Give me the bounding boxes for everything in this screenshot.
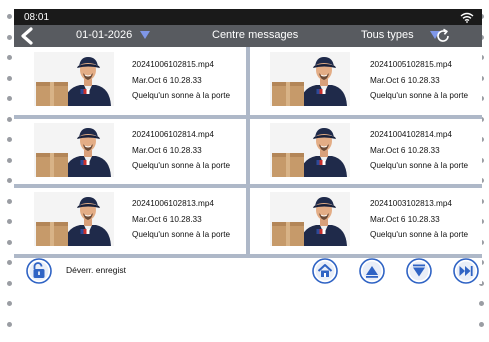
message-card[interactable]: 20241006102813.mp4 Mar.Oct 6 10.28.33 Qu… xyxy=(14,188,246,254)
back-chevron-icon[interactable] xyxy=(20,27,34,45)
message-card[interactable]: 20241004102814.mp4 Mar.Oct 6 10.28.33 Qu… xyxy=(250,119,482,184)
video-thumbnail xyxy=(270,192,350,246)
message-grid: 20241006102815.mp4 Mar.Oct 6 10.28.33 Qu… xyxy=(14,47,482,258)
device-screen: 08:01 01-01-2026 Centre messages Tous ty… xyxy=(14,9,482,284)
message-filename: 20241006102815.mp4 xyxy=(132,60,214,69)
status-bar: 08:01 xyxy=(14,9,482,25)
message-description: Quelqu'un sonne à la porte xyxy=(132,91,231,100)
message-card[interactable]: 20241006102814.mp4 Mar.Oct 6 10.28.33 Qu… xyxy=(14,119,246,184)
unlock-recording-label: Déverr. enregist xyxy=(66,265,126,275)
page-title: Centre messages xyxy=(212,29,299,41)
message-card[interactable]: 20241003102813.mp4 Mar.Oct 6 10.28.33 Qu… xyxy=(250,188,482,254)
chevron-down-icon xyxy=(140,31,151,39)
message-filename: 20241006102814.mp4 xyxy=(132,130,214,139)
message-datetime: Mar.Oct 6 10.28.33 xyxy=(132,145,202,155)
date-selector[interactable]: 01-01-2026 xyxy=(76,29,151,41)
video-thumbnail xyxy=(270,52,350,106)
message-filename: 20241004102814.mp4 xyxy=(370,130,452,139)
page-up-icon[interactable] xyxy=(359,258,385,284)
message-datetime: Mar.Oct 6 10.28.33 xyxy=(370,75,440,85)
left-bezel-dots xyxy=(7,14,13,342)
header-bar: 01-01-2026 Centre messages Tous types xyxy=(14,25,482,47)
video-thumbnail xyxy=(34,52,114,106)
page-down-icon[interactable] xyxy=(406,258,432,284)
footer-toolbar: Déverr. enregist xyxy=(14,258,482,284)
type-filter-value: Tous types xyxy=(361,29,414,41)
refresh-icon[interactable] xyxy=(434,27,452,45)
message-filename: 20241005102815.mp4 xyxy=(370,60,452,69)
message-datetime: Mar.Oct 6 10.28.33 xyxy=(370,145,440,155)
message-card[interactable]: 20241006102815.mp4 Mar.Oct 6 10.28.33 Qu… xyxy=(14,47,246,115)
fast-forward-icon[interactable] xyxy=(453,258,479,284)
type-filter-selector[interactable]: Tous types xyxy=(361,29,440,41)
message-description: Quelqu'un sonne à la porte xyxy=(370,161,469,170)
message-description: Quelqu'un sonne à la porte xyxy=(132,230,231,239)
message-filename: 20241006102813.mp4 xyxy=(132,199,214,208)
wifi-icon xyxy=(460,12,474,23)
message-datetime: Mar.Oct 6 10.28.33 xyxy=(132,214,202,224)
message-card[interactable]: 20241005102815.mp4 Mar.Oct 6 10.28.33 Qu… xyxy=(250,47,482,115)
video-thumbnail xyxy=(34,192,114,246)
date-value: 01-01-2026 xyxy=(76,29,133,41)
video-thumbnail xyxy=(270,123,350,177)
video-thumbnail xyxy=(34,123,114,177)
message-description: Quelqu'un sonne à la porte xyxy=(370,91,469,100)
message-datetime: Mar.Oct 6 10.28.33 xyxy=(132,75,202,85)
message-datetime: Mar.Oct 6 10.28.33 xyxy=(370,214,440,224)
message-description: Quelqu'un sonne à la porte xyxy=(132,161,231,170)
status-time: 08:01 xyxy=(24,11,50,23)
home-icon[interactable] xyxy=(312,258,338,284)
message-description: Quelqu'un sonne à la porte xyxy=(370,230,469,239)
unlock-icon[interactable] xyxy=(26,258,52,284)
message-filename: 20241003102813.mp4 xyxy=(370,199,452,208)
